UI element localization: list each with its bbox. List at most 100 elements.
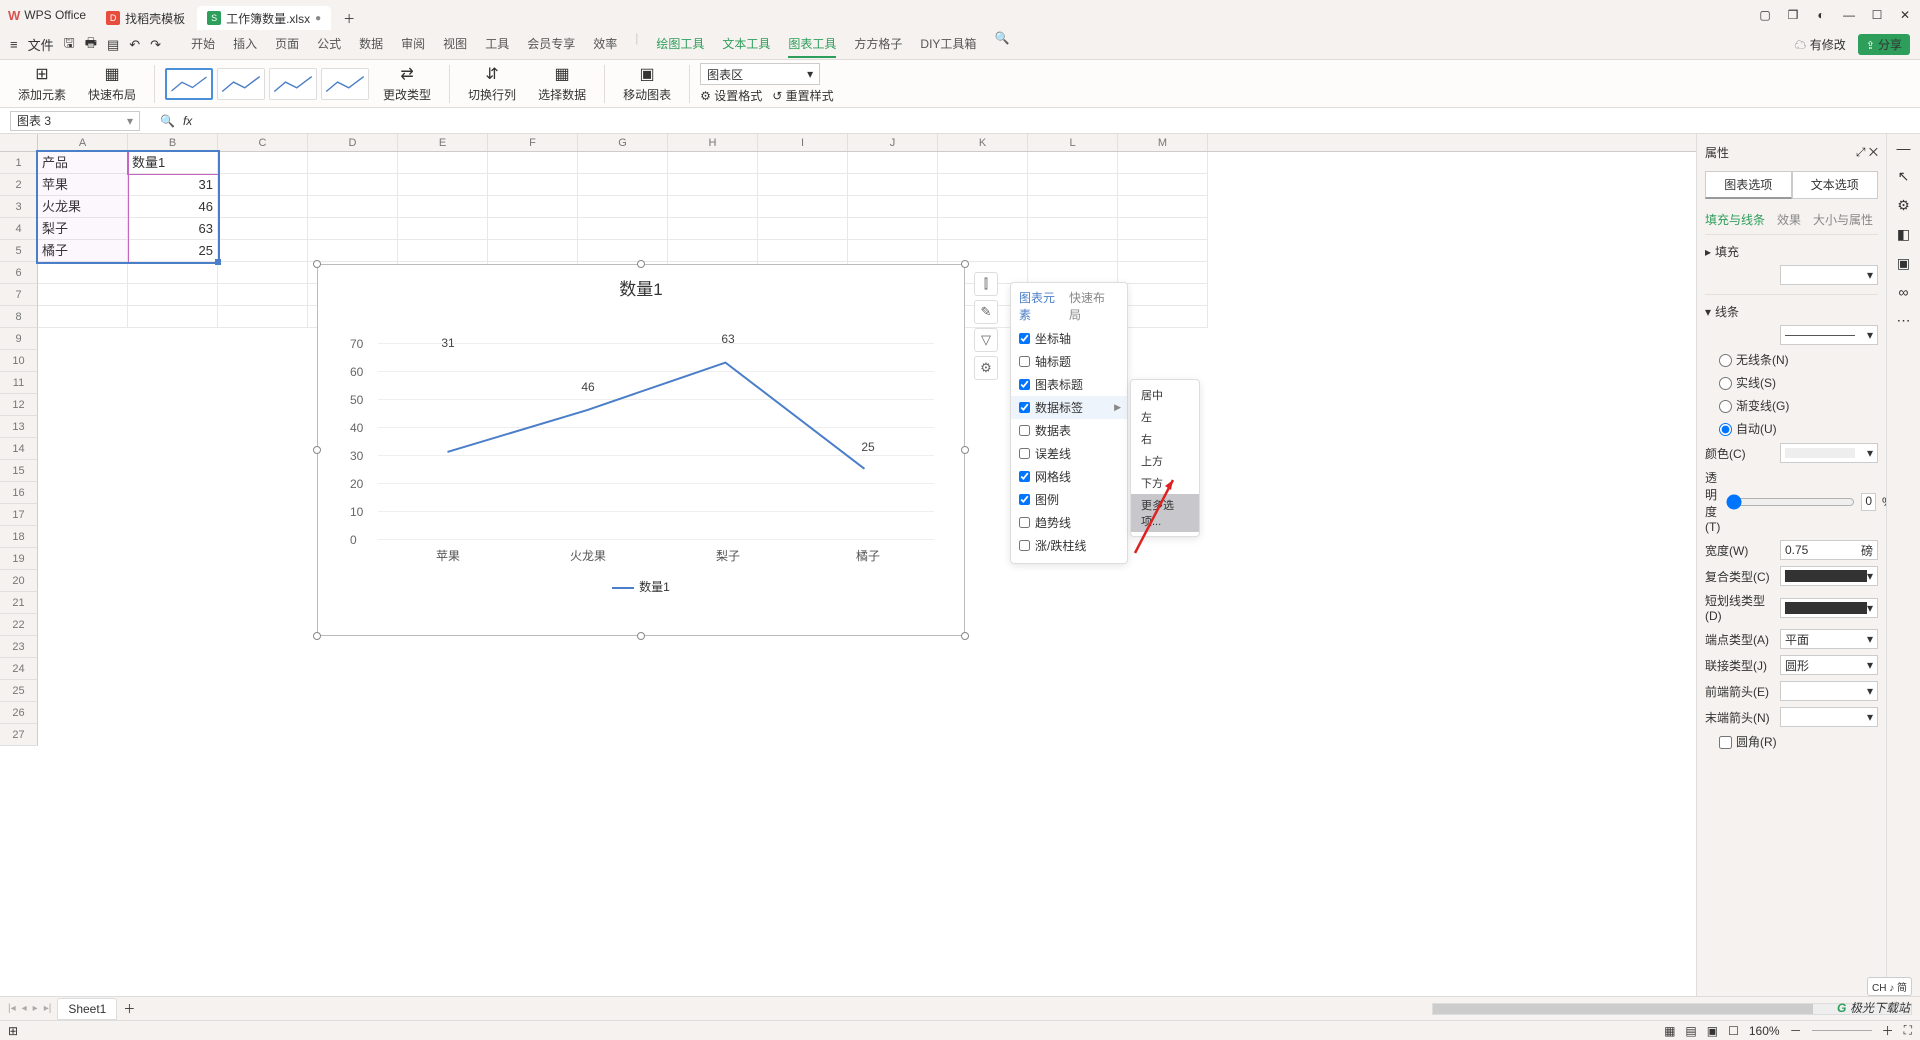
radio-noline[interactable] <box>1719 354 1732 367</box>
opacity-input[interactable]: 0 <box>1861 493 1876 511</box>
tab-page[interactable]: 页面 <box>275 31 299 58</box>
row-1[interactable]: 1 <box>0 152 38 174</box>
tab-draw-tools[interactable]: 绘图工具 <box>656 31 704 58</box>
cap-dropdown[interactable]: 平面▾ <box>1780 629 1878 649</box>
reset-style-button[interactable]: ↺ 重置样式 <box>772 87 833 104</box>
sheet-area[interactable]: A B C D E F G H I J K L M 12345678910111… <box>0 134 1696 1006</box>
print-icon[interactable]: 🖶 <box>85 34 97 56</box>
preview-icon[interactable]: ▤ <box>107 37 119 53</box>
color-picker[interactable]: ▾ <box>1780 443 1878 463</box>
fx-icon[interactable]: fx <box>183 114 192 128</box>
chart-element-item[interactable]: 数据标签▶ <box>1011 396 1127 419</box>
tab-insert[interactable]: 插入 <box>233 31 257 58</box>
col-F[interactable]: F <box>488 134 578 151</box>
style-thumb-3[interactable] <box>269 68 317 100</box>
menu-icon[interactable]: ≡ <box>10 37 18 52</box>
chart-plot-area[interactable]: 0 10 20 30 40 50 60 70 31 46 63 25 苹果 火龙… <box>348 310 934 570</box>
fullscreen-icon[interactable]: ⛶ <box>1904 1023 1912 1038</box>
submenu-item[interactable]: 下方 <box>1131 472 1199 494</box>
col-G[interactable]: G <box>578 134 668 151</box>
view-read-icon[interactable]: ☐ <box>1728 1024 1739 1038</box>
collapse-icon[interactable]: ― <box>1897 140 1911 156</box>
opacity-slider[interactable] <box>1726 494 1855 510</box>
more-icon[interactable]: ⋯ <box>1897 312 1911 329</box>
compound-dropdown[interactable]: ▾ <box>1780 566 1878 586</box>
subtab-effects[interactable]: 效果 <box>1777 211 1801 228</box>
tab-home[interactable]: 开始 <box>191 31 215 58</box>
tab-fangfang[interactable]: 方方格子 <box>854 31 902 58</box>
chart-element-item[interactable]: 误差线 <box>1011 442 1127 465</box>
chart-filter-button[interactable]: ▽ <box>974 328 998 352</box>
tab-review[interactable]: 审阅 <box>401 31 425 58</box>
chart-element-item[interactable]: 图表标题 <box>1011 373 1127 396</box>
zoom-in[interactable]: ＋ <box>1882 1022 1894 1039</box>
name-box[interactable]: 图表 3▾ <box>10 111 140 131</box>
zoom-fx-icon[interactable]: 🔍 <box>160 114 175 128</box>
cell-B1[interactable]: 数量1 <box>128 152 218 174</box>
user-icon[interactable]: ◐ <box>1814 8 1828 22</box>
popup-tab-elements[interactable]: 图表元素 <box>1019 289 1059 323</box>
subtab-size[interactable]: 大小与属性 <box>1813 211 1873 228</box>
chart-element-item[interactable]: 坐标轴 <box>1011 327 1127 350</box>
change-type-button[interactable]: ⇄更改类型 <box>375 64 439 103</box>
new-tab-button[interactable]: ＋ <box>333 6 365 30</box>
zoom-level[interactable]: 160% <box>1749 1024 1780 1038</box>
pin-icon[interactable]: ⤢ <box>1856 145 1866 159</box>
style-thumb-1[interactable] <box>165 68 213 100</box>
maximize-button[interactable]: ☐ <box>1870 8 1884 22</box>
col-B[interactable]: B <box>128 134 218 151</box>
tab-tools[interactable]: 工具 <box>485 31 509 58</box>
tab-efficiency[interactable]: 效率 <box>593 31 617 58</box>
section-fill[interactable]: ▸ 填充 <box>1705 241 1878 262</box>
tab-text-options[interactable]: 文本选项 <box>1792 171 1879 199</box>
screenshot-icon[interactable]: ▣ <box>1897 255 1910 272</box>
col-A[interactable]: A <box>38 134 128 151</box>
col-J[interactable]: J <box>848 134 938 151</box>
chart-element-item[interactable]: 轴标题 <box>1011 350 1127 373</box>
add-element-button[interactable]: ⊞添加元素 <box>10 64 74 103</box>
submenu-item[interactable]: 更多选项... <box>1131 494 1199 532</box>
view-page-icon[interactable]: ▤ <box>1685 1024 1696 1038</box>
col-C[interactable]: C <box>218 134 308 151</box>
col-I[interactable]: I <box>758 134 848 151</box>
radio-solid[interactable] <box>1719 377 1732 390</box>
join-dropdown[interactable]: 圆形▾ <box>1780 655 1878 675</box>
radio-gradient[interactable] <box>1719 400 1732 413</box>
tab-chart-tools[interactable]: 图表工具 <box>788 31 836 58</box>
popup-tab-layout[interactable]: 快速布局 <box>1069 289 1109 323</box>
resize-handle[interactable] <box>313 260 321 268</box>
col-M[interactable]: M <box>1118 134 1208 151</box>
zoom-out[interactable]: － <box>1790 1022 1802 1039</box>
link-icon[interactable]: ∞ <box>1899 284 1909 300</box>
col-D[interactable]: D <box>308 134 398 151</box>
chart-title[interactable]: 数量1 <box>318 265 964 310</box>
move-chart-button[interactable]: ▣移动图表 <box>615 64 679 103</box>
width-input[interactable]: 0.75磅 <box>1780 540 1878 560</box>
select-data-button[interactable]: ▦选择数据 <box>530 64 594 103</box>
chart-legend[interactable]: 数量1 <box>318 570 964 603</box>
col-L[interactable]: L <box>1028 134 1118 151</box>
quick-layout-button[interactable]: ▦快速布局 <box>80 64 144 103</box>
chart-elements-button[interactable]: ⫿ <box>974 272 998 296</box>
settings-rail-icon[interactable]: ⚙ <box>1897 197 1910 214</box>
minimize-button[interactable]: ― <box>1842 8 1856 22</box>
undo-icon[interactable]: ↶ <box>129 37 140 53</box>
close-button[interactable]: ✕ <box>1898 8 1912 22</box>
submenu-item[interactable]: 居中 <box>1131 384 1199 406</box>
swap-rowcol-button[interactable]: ⇵切换行列 <box>460 64 524 103</box>
cell-A1[interactable]: 产品 <box>38 152 128 174</box>
style-thumb-4[interactable] <box>321 68 369 100</box>
close-panel-icon[interactable]: ✕ <box>1869 145 1878 159</box>
chart-settings-button[interactable]: ⚙ <box>974 356 998 380</box>
tab-text-tools[interactable]: 文本工具 <box>722 31 770 58</box>
tab-data[interactable]: 数据 <box>359 31 383 58</box>
view-normal-icon[interactable]: ▦ <box>1664 1024 1675 1038</box>
style-thumb-2[interactable] <box>217 68 265 100</box>
line-dropdown[interactable]: ▾ <box>1780 325 1878 345</box>
tab-member[interactable]: 会员专享 <box>527 31 575 58</box>
round-corner-checkbox[interactable] <box>1719 736 1732 749</box>
tab-view[interactable]: 视图 <box>443 31 467 58</box>
select-icon[interactable]: ↖ <box>1898 168 1910 185</box>
submenu-item[interactable]: 左 <box>1131 406 1199 428</box>
view-break-icon[interactable]: ▣ <box>1707 1024 1718 1038</box>
